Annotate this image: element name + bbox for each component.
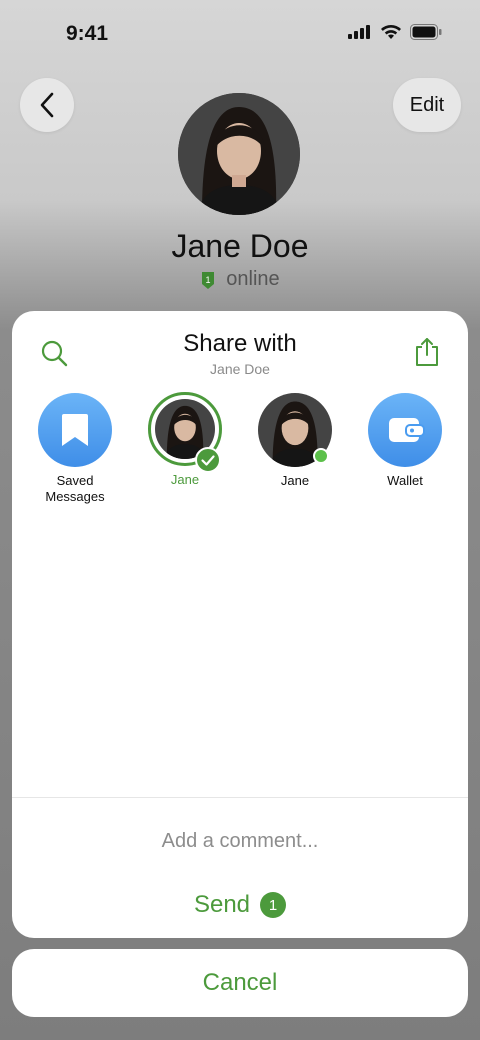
divider [12,797,468,798]
profile-status-text: online [226,268,280,290]
cancel-button[interactable]: Cancel [12,949,468,1017]
profile-status: 1 online [0,268,480,291]
target-label: Jane [280,473,310,488]
svg-text:1: 1 [206,275,211,285]
wifi-icon [381,25,401,39]
chevron-left-icon [40,92,54,118]
wallet-avatar [368,393,442,467]
bookmark-icon [62,414,88,446]
status-time: 9:41 [66,22,109,45]
status-bar: 9:41 [0,0,480,70]
comment-input[interactable]: Add a comment... [12,830,468,853]
selected-avatar-ring [148,392,222,473]
target-jane-selected[interactable]: Jane [130,392,240,488]
checkmark-badge-icon [195,447,221,473]
saved-messages-avatar [38,393,112,467]
target-wallet[interactable]: Wallet [350,393,460,489]
battery-icon [410,24,442,40]
target-jane[interactable]: Jane [240,393,350,489]
profile-name: Jane Doe [171,228,309,264]
avatar [258,393,332,467]
target-label: Wallet [387,473,423,488]
profile-avatar [178,93,300,215]
target-label: Saved Messages [45,473,105,504]
status-icons [348,24,442,40]
cellular-signal-icon [348,25,370,39]
target-saved-messages[interactable]: Saved Messages [20,393,130,505]
sheet-subtitle: Jane Doe [210,361,270,377]
share-icon [416,338,438,366]
target-label: Jane [170,472,200,487]
share-targets: Saved Messages Jane Jane Wallet [12,392,468,513]
verified-badge-icon: 1 [202,271,215,289]
edit-button[interactable]: Edit [393,78,461,132]
share-external-button[interactable] [410,335,444,369]
sheet-title: Share with [183,330,297,357]
online-indicator [313,448,329,464]
send-count-badge: 1 [260,892,287,918]
send-button[interactable]: Send 1 [12,891,468,919]
back-button[interactable] [20,78,74,132]
wallet-icon [389,418,425,442]
share-sheet: Share with Jane Doe Saved Messages Jane … [12,311,468,938]
send-label: Send [193,891,251,918]
